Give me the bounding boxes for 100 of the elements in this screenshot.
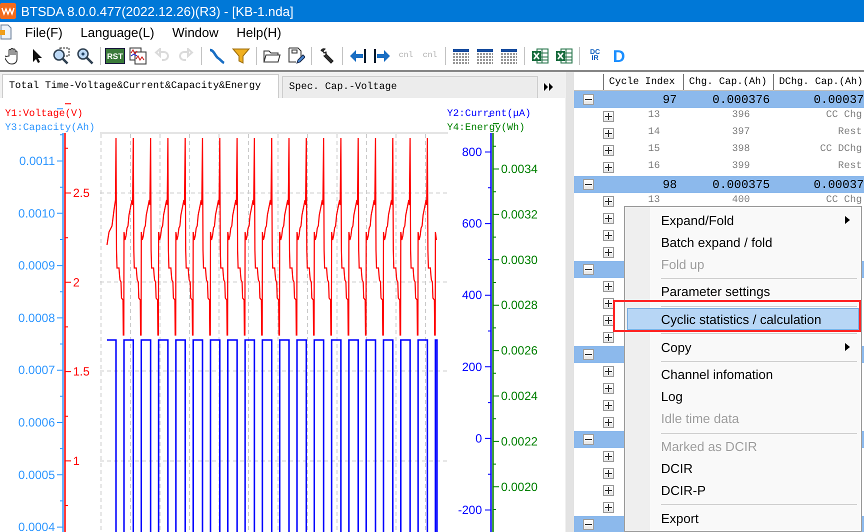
menu-item[interactable]: File(F)	[16, 22, 72, 42]
tick-label: 2	[73, 275, 80, 290]
toolbar-button[interactable]	[127, 45, 149, 67]
minus-icon	[585, 181, 592, 188]
plus-icon	[605, 232, 612, 239]
table-cell: 13	[648, 110, 660, 120]
table-cell: 0.000376	[712, 92, 770, 106]
minus-icon	[585, 351, 592, 358]
menu-item[interactable]: Log	[627, 386, 859, 408]
menu-item[interactable]: Copy	[627, 336, 859, 358]
plus-icon	[605, 300, 612, 307]
tick-label: -200	[458, 503, 482, 517]
expander-toggle[interactable]	[603, 383, 614, 394]
expander-toggle[interactable]	[603, 196, 614, 207]
table-cell: 396	[732, 110, 750, 120]
menu-item[interactable]: Parameter settings	[627, 280, 859, 303]
tick-label: 800	[462, 145, 482, 159]
double-arrow-icon	[544, 83, 554, 91]
wrench-icon	[318, 47, 336, 65]
plus-icon	[605, 147, 612, 154]
plus-icon	[605, 402, 612, 409]
tick-label: 0.0009	[18, 258, 55, 273]
table-icon	[452, 48, 470, 64]
expander-toggle[interactable]	[603, 128, 614, 139]
menu-item[interactable]: Batch expand / fold	[627, 231, 859, 253]
minus-icon	[585, 96, 592, 103]
menu-item[interactable]: Expand/Fold	[627, 209, 859, 231]
table-icon	[476, 48, 494, 64]
menu-item[interactable]: Cyclic statistics / calculation	[627, 308, 859, 330]
expander-toggle[interactable]	[583, 434, 594, 445]
minus-icon	[585, 266, 592, 273]
document-icon	[0, 24, 12, 40]
expander-toggle[interactable]	[603, 451, 614, 462]
zoom-box-icon	[52, 47, 70, 65]
arrow-left-bar-icon	[349, 48, 367, 64]
table-cell: CC Chg	[826, 110, 862, 120]
menu-item[interactable]: Window	[163, 22, 228, 42]
menu-item[interactable]: Export	[627, 507, 859, 530]
column-header[interactable]: Chg. Cap.(Ah)	[683, 74, 773, 90]
menu-item[interactable]: Channel infomation	[627, 364, 859, 386]
table-cell: 13	[648, 194, 660, 206]
menu-item[interactable]: DCIR-P	[627, 479, 859, 502]
expander-toggle[interactable]	[583, 264, 594, 275]
plus-icon	[605, 385, 612, 392]
plus-icon	[605, 130, 612, 137]
column-header[interactable]: DChg. Cap.(Ah)	[773, 74, 864, 90]
expander-toggle[interactable]	[583, 349, 594, 360]
expander-toggle[interactable]	[603, 417, 614, 428]
expander-toggle[interactable]	[603, 230, 614, 241]
expander-toggle[interactable]	[603, 315, 614, 326]
expander-toggle[interactable]	[603, 468, 614, 479]
expander-toggle[interactable]	[603, 400, 614, 411]
expander-toggle[interactable]	[603, 145, 614, 156]
expander-toggle[interactable]	[583, 179, 594, 190]
table-cell: 400	[732, 194, 750, 206]
table-row[interactable]: 98 0.000375 0.00037	[574, 176, 864, 193]
tick-label: 1.5	[73, 364, 90, 379]
expander-toggle[interactable]	[603, 485, 614, 496]
expander-toggle[interactable]	[583, 519, 594, 530]
submenu-arrow-icon	[845, 343, 850, 352]
expander-toggle[interactable]	[603, 332, 614, 343]
menu-item[interactable]: Help(H)	[228, 22, 290, 42]
plus-icon	[605, 317, 612, 324]
tick-label: 0.0008	[18, 310, 55, 325]
expander-toggle[interactable]	[603, 281, 614, 292]
expander-toggle[interactable]	[603, 247, 614, 258]
table-cell: 399	[732, 160, 750, 172]
plus-icon	[605, 283, 612, 290]
chart-tab[interactable]: Total Time-Voltage&Current&Capacity&Energy	[2, 74, 279, 98]
tick-label: 0.0011	[19, 154, 55, 168]
expander-toggle[interactable]	[583, 94, 594, 105]
plus-icon	[605, 419, 612, 426]
expander-toggle[interactable]	[603, 366, 614, 377]
axis-title: Y3:Capacity(Ah)	[5, 123, 96, 134]
plus-icon	[605, 113, 612, 120]
plus-icon	[605, 453, 612, 460]
column-header[interactable]: Cycle Index	[603, 74, 683, 90]
menu-item[interactable]: Language(L)	[72, 22, 164, 42]
table-cell: 14	[648, 126, 660, 138]
tick-label: 0.0028	[501, 298, 538, 312]
tick-label: 0.0030	[501, 252, 538, 267]
submenu-arrow-icon	[845, 216, 850, 224]
menu-item[interactable]: DCIR	[627, 457, 859, 480]
undo-icon	[154, 48, 170, 64]
expander-toggle[interactable]	[603, 298, 614, 309]
expander-toggle[interactable]	[603, 111, 614, 122]
tick-label: 0.0006	[18, 416, 55, 430]
table-row[interactable]: 97 0.000376 0.00037	[574, 91, 864, 108]
chart-tab[interactable]: Spec. Cap.-Voltage	[282, 76, 538, 98]
toolbar-button[interactable]: RST	[105, 48, 125, 64]
expander-toggle[interactable]	[603, 162, 614, 173]
plus-icon	[605, 487, 612, 494]
spreadsheet-icon	[555, 47, 573, 65]
expander-toggle[interactable]	[603, 213, 614, 224]
plus-icon	[605, 164, 612, 171]
spreadsheet-icon	[531, 47, 549, 65]
expander-toggle[interactable]	[603, 502, 614, 513]
plus-icon	[605, 470, 612, 477]
curve-icon	[208, 47, 226, 65]
axis-title: Y2:Current(μA)	[447, 109, 532, 120]
